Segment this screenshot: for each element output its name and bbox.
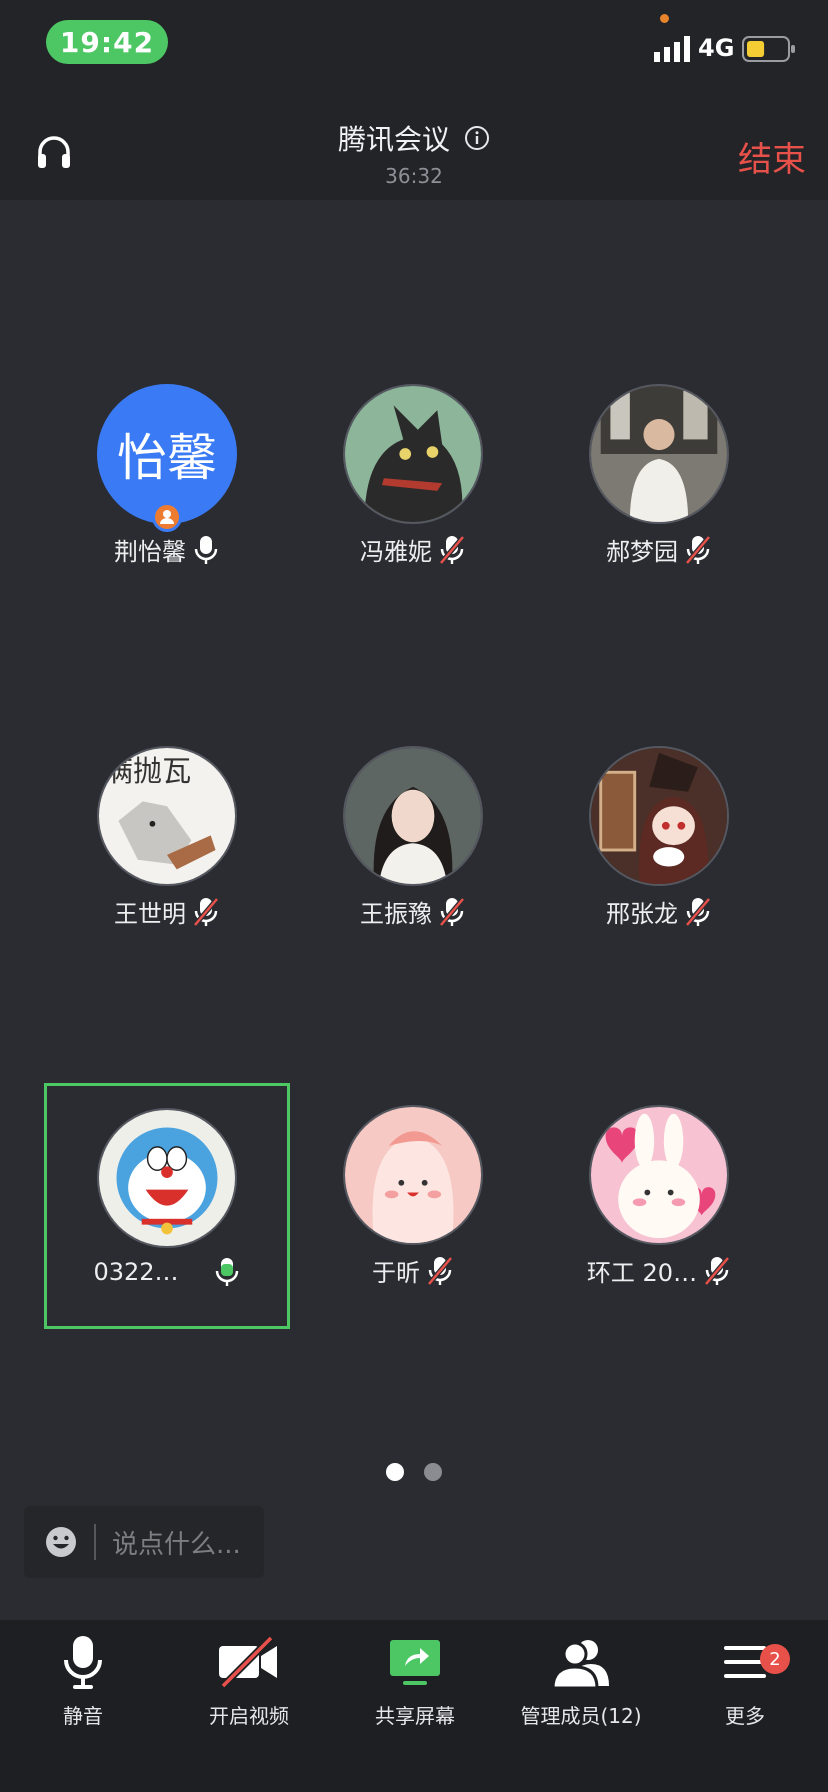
participant-tile[interactable]: 满抛瓦 王世明 — [44, 746, 290, 992]
more-label: 更多 — [725, 1704, 765, 1728]
mic-muted-icon — [685, 534, 711, 565]
network-type: 4G — [698, 34, 735, 62]
share-screen-icon — [390, 1640, 440, 1685]
participant-tile[interactable]: 郝梦园 — [536, 384, 782, 630]
participant-tile[interactable]: 邢张龙 — [536, 746, 782, 992]
meeting-duration: 36:32 — [385, 164, 443, 188]
members-label: 管理成员(12) — [520, 1704, 642, 1728]
mic-muted-icon — [439, 896, 465, 927]
video-label: 开启视频 — [209, 1704, 289, 1728]
mic-muted-icon — [193, 896, 219, 927]
participant-name: 环工 20… — [586, 1259, 698, 1287]
start-video-button[interactable]: 开启视频 — [166, 1634, 332, 1729]
mic-muted-icon — [704, 1255, 730, 1286]
host-badge-icon — [152, 502, 182, 532]
page-indicator — [0, 1463, 828, 1481]
participant-tile-active-speaker[interactable]: 0322… — [44, 1083, 290, 1329]
signal-icon — [654, 36, 690, 62]
participant-tile[interactable]: 于昕 — [290, 1105, 536, 1351]
meeting-title-row: 腾讯会议 — [0, 118, 828, 158]
mic-muted-icon — [427, 1255, 453, 1286]
notification-badge: 2 — [760, 1644, 790, 1674]
participant-name: 荆怡馨 — [114, 538, 186, 566]
microphone-icon — [64, 1636, 102, 1689]
video-off-icon — [219, 1635, 277, 1689]
participant-name: 于昕 — [372, 1259, 420, 1287]
mute-label: 静音 — [63, 1704, 103, 1728]
share-screen-button[interactable]: 共享屏幕 — [332, 1634, 498, 1729]
meeting-title: 腾讯会议 — [337, 123, 450, 156]
participant-name: 0322… — [93, 1258, 179, 1286]
participant-tile[interactable]: 王振豫 — [290, 746, 536, 992]
page-dot-2[interactable] — [424, 1463, 442, 1481]
camera-indicator-icon — [660, 14, 669, 23]
more-button[interactable]: 更多 2 — [662, 1634, 828, 1729]
svg-text:满抛瓦: 满抛瓦 — [104, 754, 191, 788]
share-label: 共享屏幕 — [375, 1704, 455, 1728]
members-icon — [551, 1640, 609, 1690]
doraemon-avatar — [97, 1108, 237, 1248]
photo-avatar — [343, 746, 483, 886]
bunny-avatar — [589, 1105, 729, 1245]
participant-name: 郝梦园 — [606, 538, 678, 566]
participant-tile[interactable]: 环工 20… — [536, 1105, 782, 1351]
status-time: 19:42 — [46, 20, 168, 64]
participant-name: 冯雅妮 — [360, 538, 432, 566]
anime-avatar — [589, 746, 729, 886]
mic-speaking-icon — [215, 1258, 238, 1286]
mute-button[interactable]: 静音 — [0, 1634, 166, 1729]
chat-input-bar[interactable]: 说点什么... — [24, 1506, 264, 1578]
participant-name: 邢张龙 — [606, 900, 678, 928]
doge-meme-avatar: 满抛瓦 — [97, 746, 237, 886]
photo-avatar — [589, 384, 729, 524]
battery-icon — [742, 36, 795, 62]
chat-placeholder[interactable]: 说点什么... — [112, 1524, 241, 1561]
manage-members-button[interactable]: 管理成员(12) — [498, 1634, 664, 1729]
info-icon[interactable] — [464, 125, 490, 151]
page-dot-1[interactable] — [386, 1463, 404, 1481]
pink-blob-avatar — [343, 1105, 483, 1245]
participant-name: 王振豫 — [360, 900, 432, 928]
divider — [94, 1524, 96, 1560]
participant-tile[interactable]: 冯雅妮 — [290, 384, 536, 630]
mic-on-icon — [194, 535, 218, 564]
participant-name: 王世明 — [114, 900, 186, 928]
mic-muted-icon — [439, 534, 465, 565]
emoji-icon[interactable] — [44, 1525, 78, 1559]
end-meeting-button[interactable]: 结束 — [738, 132, 806, 181]
bottom-toolbar: 静音 开启视频 共享屏幕 管理成员(12) 更多 2 — [0, 1620, 828, 1792]
mic-muted-icon — [685, 896, 711, 927]
black-cat-avatar-icon — [343, 384, 483, 524]
